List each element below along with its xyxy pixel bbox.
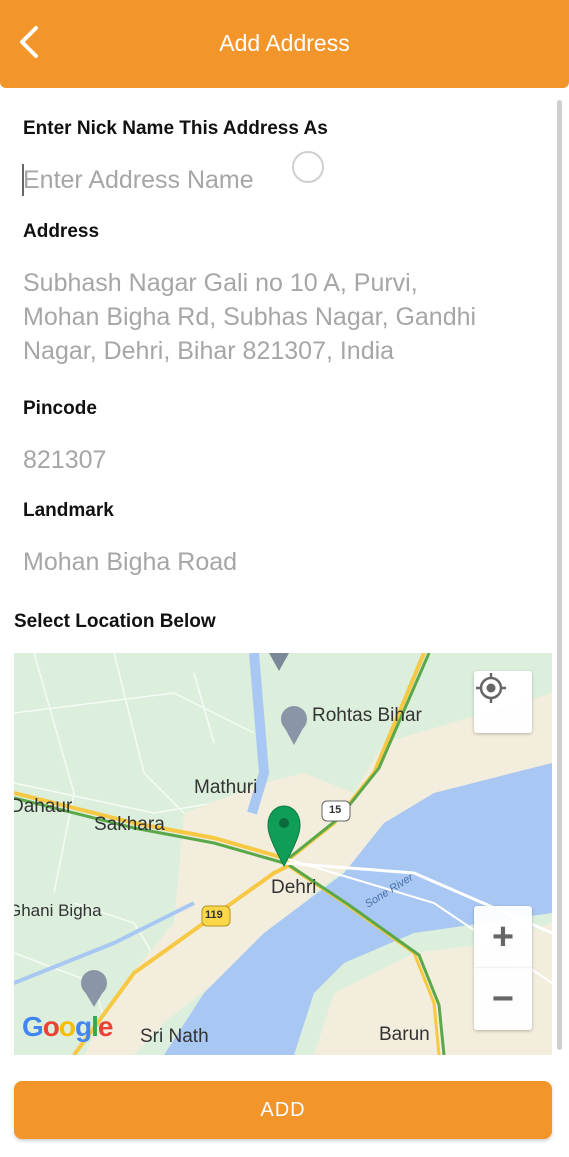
- page-title: Add Address: [219, 30, 350, 56]
- text-cursor: [22, 164, 24, 196]
- minus-icon: −: [491, 978, 515, 1020]
- address-value: Subhash Nagar Gali no 10 A, Purvi, Mohan…: [23, 266, 476, 368]
- place-ghani-bigha: Ghani Bigha: [14, 901, 102, 920]
- location-map[interactable]: Rohtas Bihar Mathuri Dahaur Sakhara Dehr…: [14, 653, 552, 1055]
- app-header: Add Address: [0, 0, 569, 88]
- place-sri-nath: Sri Nath: [140, 1026, 209, 1047]
- add-button[interactable]: ADD: [14, 1081, 552, 1139]
- select-location-label: Select Location Below: [14, 611, 216, 632]
- address-line: Nagar, Dehri, Bihar 821307, India: [23, 337, 395, 365]
- place-mathuri: Mathuri: [194, 777, 258, 798]
- touch-indicator: [292, 151, 324, 183]
- place-dehri: Dehri: [271, 877, 317, 898]
- my-location-button[interactable]: [474, 671, 532, 733]
- plus-icon: +: [491, 916, 515, 958]
- pincode-value: 821307: [23, 446, 107, 474]
- landmark-value: Mohan Bigha Road: [23, 548, 238, 576]
- address-line: Subhash Nagar Gali no 10 A, Purvi,: [23, 269, 418, 297]
- address-name-input[interactable]: [23, 160, 523, 200]
- scrollbar[interactable]: [557, 100, 562, 1050]
- route-15-label: 15: [329, 804, 342, 816]
- landmark-label: Landmark: [23, 500, 114, 521]
- place-barun: Barun: [379, 1024, 430, 1045]
- nickname-label: Enter Nick Name This Address As: [23, 118, 328, 139]
- zoom-out-button[interactable]: −: [474, 968, 532, 1030]
- place-rohtas: Rohtas Bihar: [312, 705, 422, 726]
- place-sakhara: Sakhara: [94, 814, 165, 835]
- google-logo: Google: [22, 1011, 113, 1042]
- address-label: Address: [23, 221, 100, 242]
- map-base: [14, 653, 552, 1055]
- pincode-label: Pincode: [23, 398, 97, 419]
- place-dahaur: Dahaur: [14, 796, 73, 817]
- address-line: Mohan Bigha Rd, Subhas Nagar, Gandhi: [23, 303, 477, 331]
- route-119-label: 119: [205, 909, 223, 921]
- zoom-in-button[interactable]: +: [474, 906, 532, 968]
